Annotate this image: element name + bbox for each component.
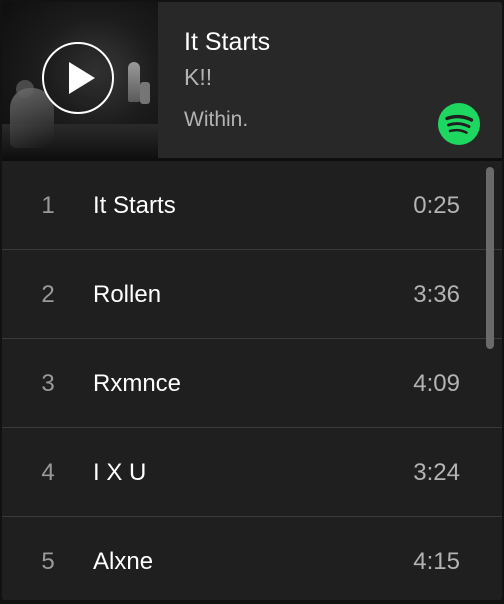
track-duration: 0:25 xyxy=(413,192,460,219)
track-list: 1 It Starts 0:25 2 Rollen 3:36 3 Rxmnce … xyxy=(2,161,502,600)
track-name: Alxne xyxy=(93,548,154,575)
track-name: Rxmnce xyxy=(93,370,182,397)
track-number: 1 xyxy=(41,192,55,219)
track-title[interactable]: It Starts xyxy=(184,28,270,57)
cover-light xyxy=(140,82,150,104)
track-number: 4 xyxy=(41,459,55,486)
artist-name[interactable]: K!! xyxy=(184,64,212,91)
play-button[interactable] xyxy=(42,42,114,114)
track-name: It Starts xyxy=(93,192,176,219)
track-number: 2 xyxy=(41,281,55,308)
cover-figure-distant xyxy=(128,62,140,102)
track-name: Rollen xyxy=(93,281,162,308)
track-row[interactable]: 5 Alxne 4:15 xyxy=(2,517,502,600)
spotify-embed-player: It Starts K!! Within. 1 It Starts 0:25 2… xyxy=(2,2,502,600)
spotify-logo-icon[interactable] xyxy=(438,103,480,145)
tracklist-scrollbar[interactable] xyxy=(486,167,494,349)
track-number: 5 xyxy=(41,548,55,575)
track-duration: 4:15 xyxy=(413,548,460,575)
track-row[interactable]: 1 It Starts 0:25 xyxy=(2,161,502,250)
album-cover[interactable] xyxy=(2,2,158,158)
track-duration: 4:09 xyxy=(413,370,460,397)
track-number: 3 xyxy=(41,370,55,397)
track-duration: 3:24 xyxy=(413,459,460,486)
track-row[interactable]: 3 Rxmnce 4:09 xyxy=(2,339,502,428)
play-icon xyxy=(69,62,95,94)
player-header: It Starts K!! Within. xyxy=(2,2,502,158)
album-name[interactable]: Within. xyxy=(184,108,248,132)
track-name: I X U xyxy=(93,459,147,486)
track-row[interactable]: 4 I X U 3:24 xyxy=(2,428,502,517)
track-duration: 3:36 xyxy=(413,281,460,308)
track-row[interactable]: 2 Rollen 3:36 xyxy=(2,250,502,339)
